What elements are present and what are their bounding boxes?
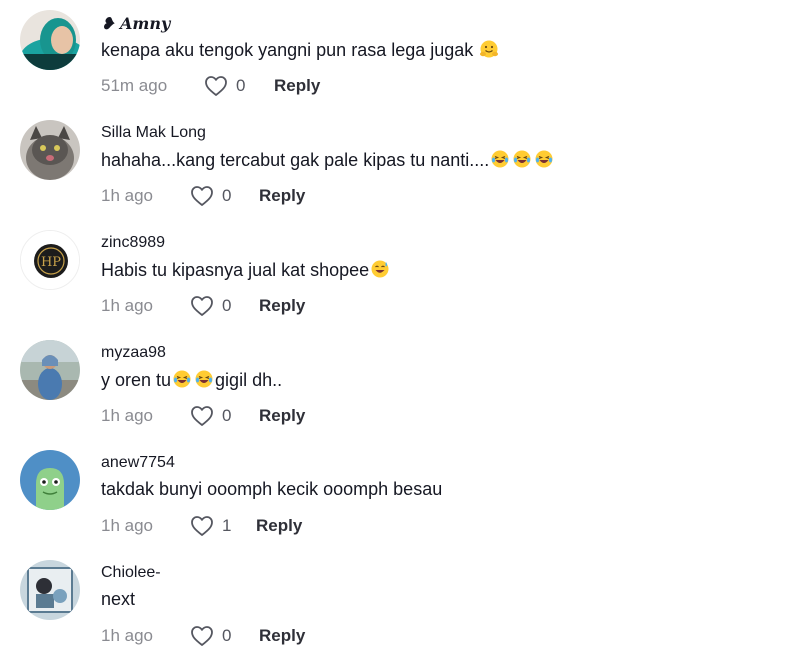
avatar[interactable] xyxy=(20,450,80,510)
like-count: 0 xyxy=(222,406,232,425)
comment-meta: 1h ago 0 Reply xyxy=(101,625,601,647)
reply-button[interactable]: Reply xyxy=(259,406,305,426)
comment-text: takdak bunyi ooomph kecik ooomph besau xyxy=(101,479,443,499)
laughing-face-icon xyxy=(512,149,532,169)
comment-item: Chiolee- next 1h ago 0 Reply xyxy=(0,550,811,660)
avatar[interactable]: HP xyxy=(20,230,80,290)
comment-timestamp: 1h ago xyxy=(101,516,153,535)
like-count: 1 xyxy=(222,516,232,535)
comment-username[interactable]: ❥ Amny xyxy=(101,14,170,33)
reply-button[interactable]: Reply xyxy=(259,626,305,646)
comment-meta: 1h ago 0 Reply xyxy=(101,295,601,317)
comment-timestamp: 1h ago xyxy=(101,626,153,645)
comment-meta: 1h ago 0 Reply xyxy=(101,185,601,207)
comment-username[interactable]: zinc8989 xyxy=(101,234,165,252)
hug-face-icon xyxy=(479,39,499,59)
comment-text: next xyxy=(101,589,136,609)
like-count: 0 xyxy=(222,186,232,205)
comment-item: anew7754 takdak bunyi ooomph kecik ooomp… xyxy=(0,440,811,550)
comment-meta: 51m ago 0 Reply xyxy=(101,75,601,97)
like-button[interactable]: 1 xyxy=(190,515,231,537)
heart-outline-icon xyxy=(190,405,214,427)
comment-item: HP zinc8989 Habis tu kipasnya jual kat s… xyxy=(0,220,811,330)
comment-username[interactable]: anew7754 xyxy=(101,454,175,472)
like-button[interactable]: 0 xyxy=(190,625,231,647)
comment-text: y oren tu gigil dh.. xyxy=(101,369,283,390)
sweat-smile-face-icon xyxy=(370,259,390,279)
heart-outline-icon xyxy=(190,625,214,647)
comment-timestamp: 1h ago xyxy=(101,406,153,425)
laughing-face-icon xyxy=(172,369,192,389)
comment-text: Habis tu kipasnya jual kat shopee xyxy=(101,259,391,281)
like-button[interactable]: 0 xyxy=(190,185,231,207)
laughing-face-icon xyxy=(534,149,554,169)
avatar[interactable] xyxy=(20,560,80,620)
heart-outline-icon xyxy=(190,515,214,537)
like-count: 0 xyxy=(222,626,232,645)
comment-username[interactable]: Silla Mak Long xyxy=(101,124,206,142)
comment-item: myzaa98 y oren tu gigil dh.. 1h ago 0 Rep… xyxy=(0,330,811,440)
like-button[interactable]: 0 xyxy=(204,75,245,97)
like-count: 0 xyxy=(236,76,246,95)
like-button[interactable]: 0 xyxy=(190,295,231,317)
like-button[interactable]: 0 xyxy=(190,405,231,427)
comment-list: ❥ Amny kenapa aku tengok yangni pun rasa… xyxy=(0,0,811,658)
avatar[interactable] xyxy=(20,340,80,400)
reply-button[interactable]: Reply xyxy=(259,186,305,206)
laughing-face-icon xyxy=(490,149,510,169)
comment-item: Silla Mak Long hahaha...kang tercabut ga… xyxy=(0,110,811,220)
comment-timestamp: 1h ago xyxy=(101,186,153,205)
comment-text: kenapa aku tengok yangni pun rasa lega j… xyxy=(101,39,500,61)
laughing-face-icon xyxy=(194,369,214,389)
comment-timestamp: 1h ago xyxy=(101,296,153,315)
heart-outline-icon xyxy=(204,75,228,97)
heart-outline-icon xyxy=(190,185,214,207)
comment-item: ❥ Amny kenapa aku tengok yangni pun rasa… xyxy=(0,0,811,110)
comment-username[interactable]: Chiolee- xyxy=(101,564,161,582)
reply-button[interactable]: Reply xyxy=(259,296,305,316)
avatar[interactable] xyxy=(20,10,80,70)
svg-text:HP: HP xyxy=(41,255,61,270)
reply-button[interactable]: Reply xyxy=(256,516,302,536)
comment-timestamp: 51m ago xyxy=(101,76,168,95)
comment-meta: 1h ago 0 Reply xyxy=(101,405,601,427)
comment-text: hahaha...kang tercabut gak pale kipas tu… xyxy=(101,149,555,171)
comment-username[interactable]: myzaa98 xyxy=(101,344,166,362)
reply-button[interactable]: Reply xyxy=(274,76,320,96)
heart-outline-icon xyxy=(190,295,214,317)
like-count: 0 xyxy=(222,296,232,315)
avatar[interactable] xyxy=(20,120,80,180)
heart-bullet-icon: ❥ xyxy=(101,14,120,33)
comment-meta: 1h ago 1 Reply xyxy=(101,515,601,537)
